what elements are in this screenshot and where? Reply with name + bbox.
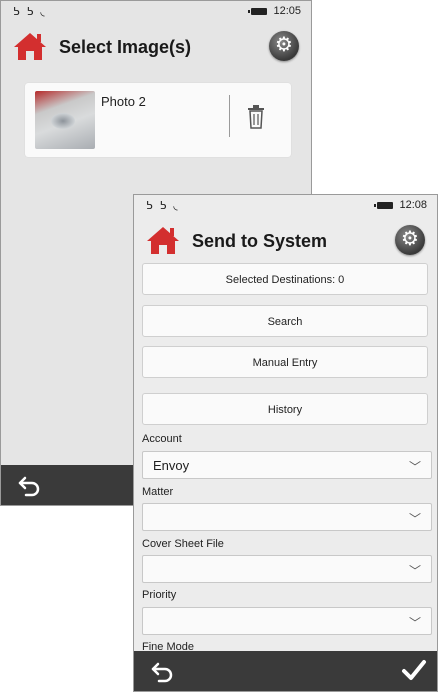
chevron-down-icon: ﹀: [408, 460, 421, 474]
title-bar: Select Image(s): [1, 23, 311, 71]
chevron-down-icon: ﹀: [408, 512, 421, 526]
photo-thumbnail[interactable]: [35, 91, 95, 149]
battery-icon: [248, 7, 268, 15]
status-bar: ᕊ ᕊ ◟ 12:05: [1, 1, 311, 23]
photo-name: Photo 2: [101, 94, 146, 109]
account-value: Envoy: [153, 458, 190, 473]
account-label: Account: [142, 433, 182, 445]
notification-icons: ᕊ ᕊ ◟: [13, 6, 47, 18]
page-title: Send to System: [192, 231, 328, 251]
status-bar: ᕊ ᕊ ◟ 12:08: [134, 195, 437, 217]
chevron-down-icon: ﹀: [408, 616, 421, 630]
selected-destinations-button[interactable]: Selected Destinations: 0: [142, 263, 428, 295]
home-icon[interactable]: [146, 225, 180, 255]
battery-icon: [374, 201, 394, 209]
gear-icon[interactable]: [395, 225, 425, 255]
title-bar: Send to System: [134, 217, 437, 265]
divider: [229, 95, 230, 137]
photo-list-item[interactable]: Photo 2: [25, 83, 291, 157]
page-title: Select Image(s): [59, 37, 192, 57]
status-time: 12:05: [273, 5, 301, 17]
bottom-bar: [134, 651, 437, 691]
cover-sheet-select[interactable]: ﹀: [142, 555, 432, 583]
back-icon[interactable]: [150, 659, 174, 683]
priority-label: Priority: [142, 589, 177, 601]
status-time: 12:08: [399, 199, 427, 211]
matter-label: Matter: [142, 486, 174, 498]
manual-entry-button[interactable]: Manual Entry: [142, 346, 428, 378]
history-button[interactable]: History: [142, 393, 428, 425]
back-icon[interactable]: [17, 473, 41, 497]
priority-select[interactable]: ﹀: [142, 607, 432, 635]
cover-sheet-label: Cover Sheet File: [142, 538, 224, 550]
search-button[interactable]: Search: [142, 305, 428, 337]
notification-icons: ᕊ ᕊ ◟: [146, 200, 180, 212]
home-icon[interactable]: [13, 31, 47, 61]
account-select[interactable]: Envoy ﹀: [142, 451, 432, 479]
gear-icon[interactable]: [269, 31, 299, 61]
matter-select[interactable]: ﹀: [142, 503, 432, 531]
trash-icon[interactable]: [247, 105, 265, 129]
checkmark-icon[interactable]: [401, 657, 427, 683]
send-to-system-screen: ᕊ ᕊ ◟ 12:08 Send to System Selected Dest…: [133, 194, 438, 692]
chevron-down-icon: ﹀: [408, 564, 421, 578]
